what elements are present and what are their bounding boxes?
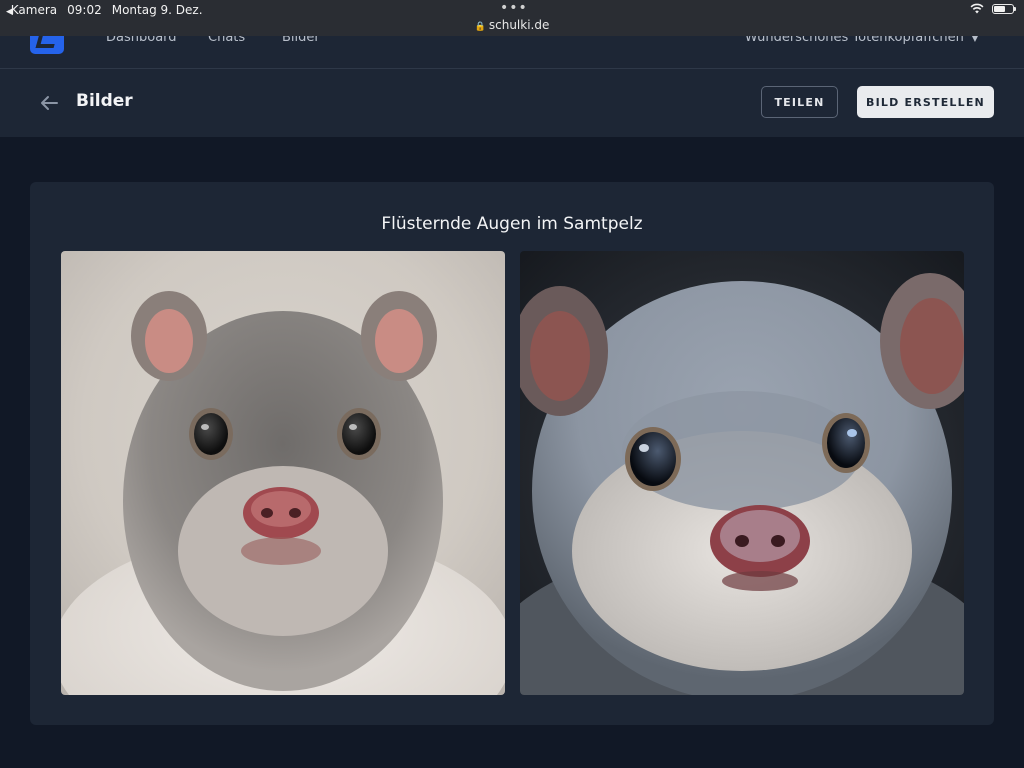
battery-icon [992, 3, 1016, 14]
chevron-down-icon: ▼ [971, 36, 978, 43]
top-navigation: Dashboard Chats Bilder Wunderschönes Tot… [0, 36, 1024, 69]
status-left: ◀ Kamera 09:02 Montag 9. Dez. [6, 3, 203, 17]
logo-icon[interactable] [30, 36, 64, 54]
nav-link-chats[interactable]: Chats [208, 36, 245, 45]
status-bar: ◀ Kamera 09:02 Montag 9. Dez. ••• 🔒 schul… [0, 0, 1024, 36]
share-button[interactable]: TEILEN [761, 86, 838, 118]
lock-icon: 🔒 [474, 22, 486, 32]
wifi-icon [970, 3, 984, 14]
url-text: schulki.de [488, 18, 550, 32]
image-card: Flüsternde Augen im Samtpelz [30, 182, 994, 725]
user-name: Wunderschönes Totenkopfäffchen [744, 36, 964, 45]
nav-link-bilder[interactable]: Bilder [282, 36, 320, 45]
status-time: 09:02 [67, 3, 102, 17]
page-title: Bilder [76, 91, 133, 111]
status-right [970, 3, 1016, 14]
generated-image-2[interactable] [520, 251, 964, 695]
status-date: Montag 9. Dez. [111, 3, 203, 17]
image-set-title: Flüsternde Augen im Samtpelz [381, 214, 643, 234]
animal-portrait-image [520, 251, 964, 695]
generated-image-1[interactable] [61, 251, 505, 695]
create-image-button[interactable]: BILD ERSTELLEN [857, 86, 994, 118]
url-bar[interactable]: 🔒 schulki.de [0, 18, 1024, 32]
arrow-left-icon[interactable] [38, 92, 60, 114]
user-menu[interactable]: Wunderschönes Totenkopfäffchen ▼ [745, 36, 978, 45]
back-app-label: Kamera [10, 3, 58, 17]
page-header: Bilder TEILEN BILD ERSTELLEN [0, 69, 1024, 137]
nav-link-dashboard[interactable]: Dashboard [106, 36, 177, 45]
animal-portrait-image [61, 251, 505, 695]
multitasking-dots-icon[interactable]: ••• [500, 0, 528, 16]
back-to-app-link[interactable]: ◀ Kamera [6, 3, 57, 17]
